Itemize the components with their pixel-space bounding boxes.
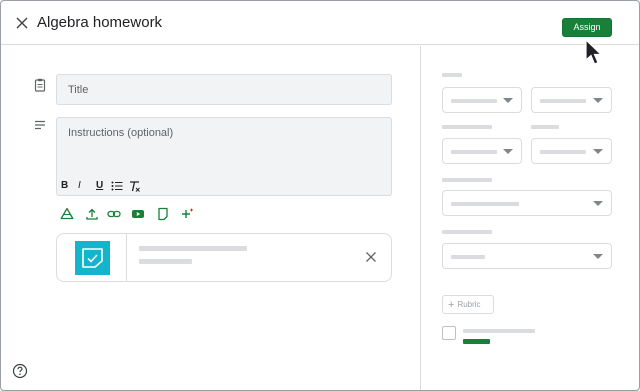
link-icon[interactable]: [107, 207, 121, 221]
instructions-lines-icon: [35, 120, 45, 130]
assignment-check-icon: [75, 241, 110, 275]
grading-label-placeholder: [442, 230, 492, 234]
chevron-down-icon: [503, 149, 513, 154]
grading-dropdown[interactable]: [442, 243, 612, 269]
chevron-down-icon: [593, 149, 603, 154]
class-dropdown[interactable]: [442, 87, 522, 113]
originality-label-placeholder: [463, 329, 535, 333]
create-doc-icon[interactable]: [156, 207, 170, 221]
clear-formatting-icon[interactable]: [129, 180, 141, 192]
originality-checkbox[interactable]: [442, 326, 456, 340]
for-label-placeholder: [442, 73, 462, 77]
topic-dropdown[interactable]: [442, 190, 612, 216]
header-bar: Algebra homework Assign: [1, 1, 639, 45]
attachment-title-placeholder: [139, 246, 247, 251]
upload-icon[interactable]: [85, 207, 99, 221]
page-title: Algebra homework: [37, 14, 163, 31]
points-dropdown[interactable]: [442, 138, 522, 164]
rubric-button[interactable]: + Rubric: [442, 295, 494, 314]
chevron-down-icon: [593, 254, 603, 259]
help-icon[interactable]: [12, 363, 28, 379]
due-label-placeholder: [531, 125, 559, 129]
topic-label-placeholder: [442, 178, 492, 182]
bulleted-list-icon[interactable]: [111, 181, 123, 191]
youtube-icon[interactable]: [131, 207, 145, 221]
title-input[interactable]: Title: [56, 74, 392, 105]
ai-sparkle-plus-icon[interactable]: [180, 207, 194, 221]
attachment-card[interactable]: [56, 233, 392, 282]
plus-icon: +: [448, 299, 455, 311]
due-dropdown[interactable]: [531, 138, 612, 164]
italic-button[interactable]: I: [78, 180, 81, 192]
underline-button[interactable]: U: [96, 180, 103, 192]
rubric-label: Rubric: [457, 300, 481, 309]
assign-button[interactable]: Assign: [562, 18, 612, 37]
close-icon[interactable]: [14, 15, 30, 31]
attachment-thumbnail-area: [57, 234, 127, 281]
assignment-editor-window: Algebra homework Assign Title Instructio…: [0, 0, 640, 391]
students-dropdown[interactable]: [531, 87, 612, 113]
chevron-down-icon: [503, 98, 513, 103]
originality-accent-bar: [463, 339, 490, 344]
bold-button[interactable]: B: [61, 180, 68, 192]
chevron-down-icon: [593, 201, 603, 206]
points-label-placeholder: [442, 125, 492, 129]
attachment-subtitle-placeholder: [139, 259, 192, 264]
assignment-clipboard-icon: [34, 78, 46, 92]
instructions-input[interactable]: Instructions (optional): [56, 117, 392, 196]
chevron-down-icon: [593, 98, 603, 103]
drive-icon[interactable]: [60, 207, 74, 221]
remove-attachment-icon[interactable]: [364, 250, 378, 264]
